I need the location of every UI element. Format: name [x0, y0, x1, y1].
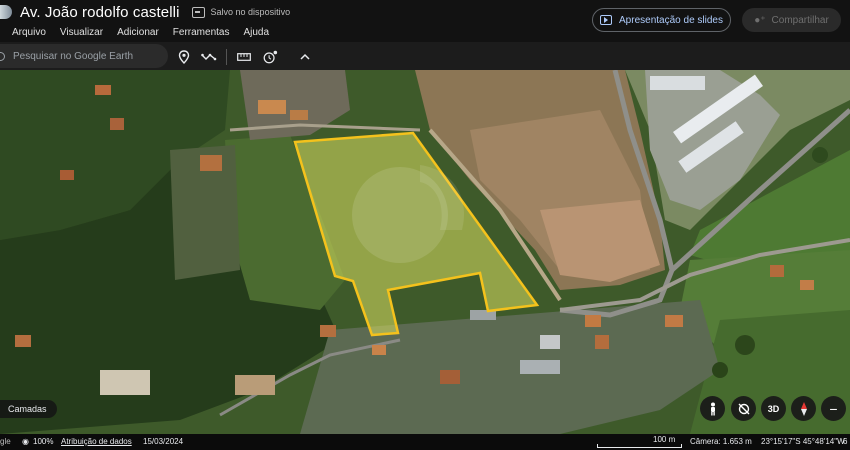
- share-button[interactable]: ●⁺ Compartilhar: [742, 8, 841, 32]
- title-row: Av. João rodolfo castelli Salvo no dispo…: [0, 2, 290, 22]
- search-icon[interactable]: [0, 51, 5, 61]
- save-status-label: Salvo no dispositivo: [210, 7, 291, 17]
- scale-bar: [597, 444, 682, 448]
- google-earth-logo-icon[interactable]: [0, 5, 12, 19]
- slideshow-button[interactable]: Apresentação de slides: [592, 8, 731, 32]
- zoom-level: 100%: [33, 437, 54, 446]
- slideshow-icon: [600, 15, 613, 25]
- collapse-chevron-icon[interactable]: [297, 49, 313, 65]
- search-input[interactable]: [11, 49, 165, 63]
- compass-icon[interactable]: [791, 396, 816, 421]
- layers-button[interactable]: Camadas: [0, 400, 57, 418]
- data-attribution-link[interactable]: Atribuição de dados: [61, 437, 132, 446]
- toolbar-divider: [226, 49, 227, 65]
- reset-view-icon[interactable]: [731, 396, 756, 421]
- view-3d-label: 3D: [767, 403, 780, 414]
- device-save-icon: [191, 6, 205, 18]
- share-label: Compartilhar: [771, 14, 829, 26]
- menu-visualizar[interactable]: Visualizar: [60, 27, 103, 38]
- camera-altitude: Câmera: 1.653 m: [690, 437, 752, 446]
- path-icon[interactable]: [201, 49, 217, 65]
- elevation: 6: [843, 437, 848, 446]
- zoom-out-label: −: [829, 400, 838, 417]
- save-status: Salvo no dispositivo: [191, 6, 291, 18]
- project-title[interactable]: Av. João rodolfo castelli: [20, 4, 180, 21]
- scale-label: 100 m: [653, 435, 676, 444]
- layers-label: Camadas: [8, 404, 47, 414]
- search-bar[interactable]: [0, 44, 168, 68]
- google-brand: gle: [0, 437, 11, 446]
- globe-icon: ◉: [22, 437, 29, 446]
- add-person-icon: ●⁺: [754, 14, 766, 26]
- zoom-out-button[interactable]: −: [821, 396, 846, 421]
- status-bar: gle ◉ 100% Atribuição de dados 15/03/202…: [0, 434, 850, 450]
- menu-adicionar[interactable]: Adicionar: [117, 27, 159, 38]
- menu-arquivo[interactable]: Arquivo: [12, 27, 46, 38]
- historical-imagery-icon[interactable]: [262, 49, 278, 65]
- street-view-pegman-icon[interactable]: [700, 396, 725, 421]
- imagery-date: 15/03/2024: [143, 437, 184, 446]
- satellite-map[interactable]: [0, 70, 850, 434]
- view-3d-button[interactable]: 3D: [761, 396, 786, 421]
- coordinates: 23°15'17"S 45°48'14"W: [761, 437, 845, 446]
- map-pin-icon[interactable]: [176, 49, 192, 65]
- menu-bar: Arquivo Visualizar Adicionar Ferramentas…: [12, 27, 269, 38]
- slideshow-label: Apresentação de slides: [619, 14, 723, 26]
- ruler-icon[interactable]: [236, 49, 252, 65]
- menu-ajuda[interactable]: Ajuda: [243, 27, 269, 38]
- menu-ferramentas[interactable]: Ferramentas: [173, 27, 230, 38]
